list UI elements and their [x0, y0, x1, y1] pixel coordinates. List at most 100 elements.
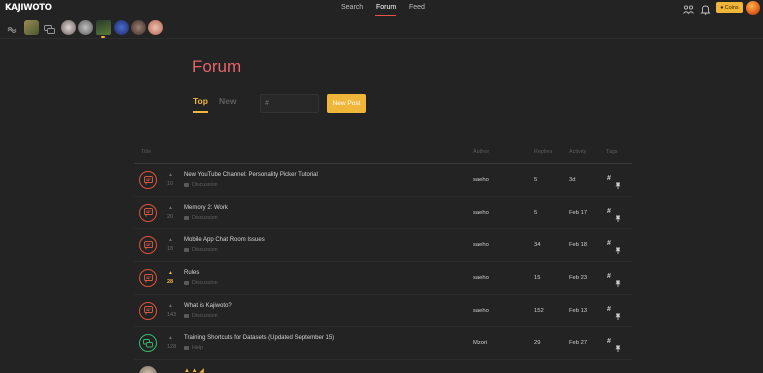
topic-avatar: [139, 366, 157, 373]
topic-author[interactable]: saeho: [473, 275, 489, 281]
hashtag-icon[interactable]: #: [607, 175, 611, 182]
topic-category: Discussion: [184, 215, 218, 221]
hashtag-icon[interactable]: #: [607, 338, 611, 345]
friend-avatar[interactable]: [114, 20, 129, 35]
friend-avatar[interactable]: [78, 20, 93, 35]
nav-search[interactable]: Search: [341, 4, 363, 11]
upvote-icon[interactable]: ▲: [168, 237, 173, 243]
last-activity: Feb 17: [569, 209, 588, 216]
topic-title[interactable]: Rules: [184, 270, 199, 276]
coins-button[interactable]: ● Coins: [716, 2, 743, 13]
profile-avatar[interactable]: [746, 1, 760, 15]
reply-count: 152: [534, 307, 544, 314]
friends-bar: [0, 16, 763, 39]
table-row[interactable]: ▲ 143 What is Kajiwoto? Discussion saeho…: [134, 295, 632, 328]
topic-title[interactable]: What is Kajiwoto?: [184, 303, 232, 309]
friend-avatar[interactable]: [24, 20, 39, 35]
discussion-category-icon: [139, 171, 157, 189]
column-replies[interactable]: Replies: [534, 149, 552, 155]
discussion-category-icon: [139, 301, 157, 320]
reply-count: 29: [534, 340, 541, 347]
friend-avatar[interactable]: [96, 20, 111, 35]
pin-icon[interactable]: [615, 241, 621, 255]
last-activity: Feb 23: [569, 275, 588, 282]
last-activity: Feb 18: [569, 242, 588, 249]
upvote-icon[interactable]: ▲: [168, 172, 173, 178]
topic-author[interactable]: saeho: [473, 242, 489, 248]
friends-icon[interactable]: [683, 2, 694, 15]
category-icon: [184, 183, 189, 187]
discussion-category-icon: [139, 269, 157, 288]
tab-top[interactable]: Top: [193, 96, 208, 106]
category-label: Discussion: [192, 280, 218, 287]
pin-icon[interactable]: [615, 307, 621, 320]
table-row[interactable]: ▲ 28 Rules Discussion saeho 15 Feb 23 #: [134, 262, 632, 295]
category-label: Discussion: [192, 182, 218, 188]
reply-count: 5: [534, 209, 538, 216]
friend-avatar[interactable]: [148, 20, 163, 35]
bell-icon[interactable]: [700, 2, 711, 15]
column-author[interactable]: Author: [473, 149, 489, 155]
hashtag-icon[interactable]: #: [607, 273, 611, 280]
help-category-icon: [139, 334, 157, 353]
pin-icon[interactable]: [615, 209, 621, 222]
last-activity: Feb 13: [569, 307, 588, 314]
category-label: Discussion: [192, 312, 218, 319]
tag-filter-input[interactable]: [260, 94, 319, 113]
category-label: Discussion: [192, 214, 218, 221]
table-row[interactable]: ▲ 18 Mobile App Chat Room Issues Discuss…: [134, 229, 632, 263]
upvote-icon[interactable]: ▲: [168, 335, 173, 341]
topic-category: Discussion: [184, 182, 218, 188]
column-title[interactable]: Title: [141, 149, 151, 155]
topic-author[interactable]: saeho: [473, 177, 489, 183]
pin-icon[interactable]: [615, 274, 621, 288]
top-bar: KAJIWOTO Search Forum Feed ● Coins: [0, 0, 763, 16]
app-logo[interactable]: KAJIWOTO: [5, 3, 52, 13]
topic-title[interactable]: Mobile App Chat Room Issues: [184, 237, 265, 243]
reply-count: 5: [534, 177, 538, 183]
vote-count: 28: [167, 279, 174, 286]
topic-author[interactable]: saeho: [473, 210, 489, 216]
new-post-button[interactable]: New Post: [327, 94, 366, 113]
active-friend-indicator: [101, 36, 105, 38]
friend-avatar[interactable]: [61, 20, 76, 35]
link-icon[interactable]: [7, 22, 18, 33]
column-tags[interactable]: Tags: [606, 149, 618, 155]
reply-count: 34: [534, 242, 541, 249]
topic-author[interactable]: saeho: [473, 308, 489, 314]
topic-title[interactable]: New YouTube Channel: Personality Picker …: [184, 172, 318, 178]
pin-icon[interactable]: [615, 176, 621, 189]
hashtag-icon[interactable]: #: [607, 208, 611, 215]
table-row[interactable]: ▲ 20 Memory 2: Work Discussion saeho 5 F…: [134, 197, 632, 230]
topic-category: Help: [184, 345, 203, 351]
topic-emoji-icons: ▲ ▲ ◢: [184, 368, 204, 373]
nav-feed[interactable]: Feed: [409, 4, 425, 11]
last-activity: Feb 27: [569, 340, 588, 347]
upvote-icon[interactable]: ▲: [168, 205, 173, 211]
chat-icon[interactable]: [44, 22, 55, 34]
pin-icon[interactable]: [615, 339, 621, 353]
table-row[interactable]: ▲ 128 Training Shortcuts for Datasets (U…: [134, 327, 632, 361]
topic-author[interactable]: Mzori: [473, 340, 487, 346]
page-title: Forum: [192, 57, 242, 76]
hashtag-icon[interactable]: #: [607, 240, 611, 247]
upvote-icon[interactable]: ▲: [168, 270, 173, 276]
upvote-icon[interactable]: ▲: [168, 303, 173, 309]
hashtag-icon[interactable]: #: [607, 306, 611, 313]
vote-count: 20: [167, 213, 174, 220]
category-label: Help: [192, 345, 203, 352]
tab-active-indicator: [193, 111, 208, 113]
vote-count: 18: [167, 246, 174, 253]
topic-title[interactable]: Memory 2: Work: [184, 205, 228, 211]
friend-avatar[interactable]: [131, 20, 146, 35]
topic-category: Discussion: [184, 247, 218, 253]
vote-count: 10: [167, 181, 174, 187]
nav-forum[interactable]: Forum: [376, 4, 396, 11]
category-icon: [184, 215, 189, 220]
table-header: Title Author Replies Activity Tags: [134, 143, 632, 164]
topic-title[interactable]: Training Shortcuts for Datasets (Updated…: [184, 335, 334, 341]
coin-icon: ●: [720, 4, 724, 11]
tab-new[interactable]: New: [219, 96, 236, 106]
table-row[interactable]: ▲ 10 New YouTube Channel: Personality Pi…: [134, 164, 632, 197]
column-activity[interactable]: Activity: [569, 149, 586, 155]
